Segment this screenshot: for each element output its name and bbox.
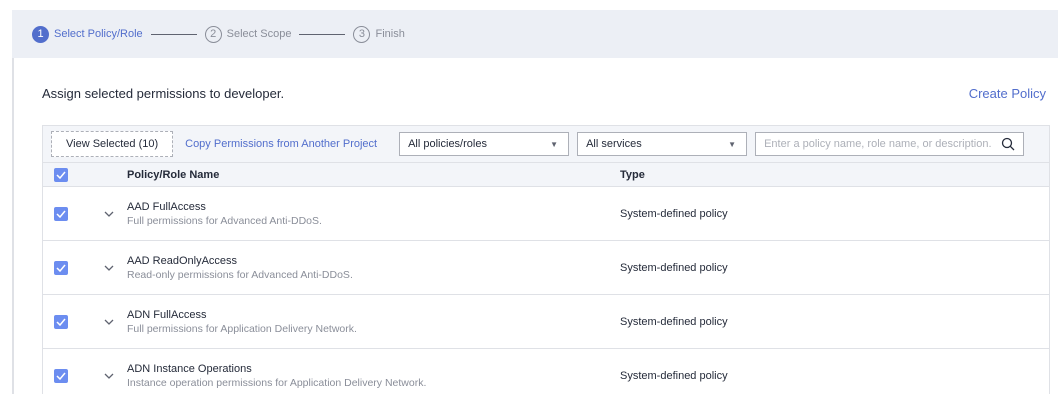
row-checkbox[interactable]: [54, 260, 68, 275]
step-2: 2 Select Scope: [204, 25, 292, 43]
step-connector: [299, 33, 346, 35]
table-row: AAD FullAccess Full permissions for Adva…: [43, 186, 1049, 240]
policy-type: System-defined policy: [620, 261, 728, 274]
row-checkbox[interactable]: [54, 206, 68, 221]
policy-name: ADN Instance Operations: [127, 362, 252, 375]
caret-down-icon: ▼: [728, 139, 737, 149]
policy-type-value: All policies/roles: [408, 138, 487, 150]
policy-description: Instance operation permissions for Appli…: [127, 376, 427, 389]
search-box: [755, 132, 1025, 156]
view-selected-button[interactable]: View Selected (10): [51, 131, 174, 157]
step-3-number: 3: [353, 25, 371, 43]
step-2-label: Select Scope: [226, 28, 292, 40]
table-row: ADN Instance Operations Instance operati…: [43, 348, 1049, 394]
policy-name: AAD FullAccess: [127, 200, 206, 213]
policy-name: ADN FullAccess: [127, 308, 207, 321]
step-2-number: 2: [204, 25, 222, 43]
search-icon[interactable]: [1001, 137, 1015, 151]
policy-type: System-defined policy: [620, 315, 728, 328]
service-value: All services: [586, 138, 642, 150]
step-3: 3 Finish: [353, 25, 405, 43]
policy-type: System-defined policy: [620, 369, 728, 382]
table-toolbar: View Selected (10) Copy Permissions from…: [43, 126, 1049, 162]
service-select[interactable]: All services ▼: [577, 132, 748, 156]
chevron-down-icon[interactable]: [91, 211, 127, 217]
create-policy-link[interactable]: Create Policy: [969, 86, 1046, 101]
table-row: AAD ReadOnlyAccess Read-only permissions…: [43, 240, 1049, 294]
copy-permissions-link[interactable]: Copy Permissions from Another Project: [185, 138, 377, 150]
policy-table: View Selected (10) Copy Permissions from…: [42, 125, 1050, 394]
policy-description: Read-only permissions for Advanced Anti-…: [127, 268, 353, 281]
select-all-checkbox[interactable]: [54, 167, 68, 182]
step-bar: 1 Select Policy/Role 2 Select Scope 3 Fi…: [12, 10, 1058, 58]
policy-type-select[interactable]: All policies/roles ▼: [399, 132, 570, 156]
step-3-label: Finish: [375, 28, 405, 40]
row-checkbox[interactable]: [54, 314, 68, 329]
step-connector: [150, 33, 197, 35]
chevron-down-icon[interactable]: [91, 373, 127, 379]
table-row: ADN FullAccess Full permissions for Appl…: [43, 294, 1049, 348]
policy-type: System-defined policy: [620, 207, 728, 220]
chevron-down-icon[interactable]: [91, 319, 127, 325]
policy-name: AAD ReadOnlyAccess: [127, 254, 238, 267]
policy-description: Full permissions for Application Deliver…: [127, 322, 357, 335]
column-header-type: Type: [620, 168, 645, 181]
main-panel: Assign selected permissions to developer…: [12, 58, 1058, 394]
caret-down-icon: ▼: [550, 139, 559, 149]
search-input[interactable]: [764, 138, 1002, 150]
chevron-down-icon[interactable]: [91, 265, 127, 271]
column-header-name: Policy/Role Name: [127, 168, 220, 181]
row-checkbox[interactable]: [54, 368, 68, 383]
step-1: 1 Select Policy/Role: [32, 25, 143, 43]
policy-description: Full permissions for Advanced Anti-DDoS.: [127, 214, 322, 227]
step-1-number: 1: [32, 25, 49, 43]
table-header: Policy/Role Name Type: [43, 162, 1049, 186]
assign-description: Assign selected permissions to developer…: [42, 86, 285, 101]
select-all-cell: [43, 167, 103, 182]
step-1-label: Select Policy/Role: [54, 28, 143, 40]
